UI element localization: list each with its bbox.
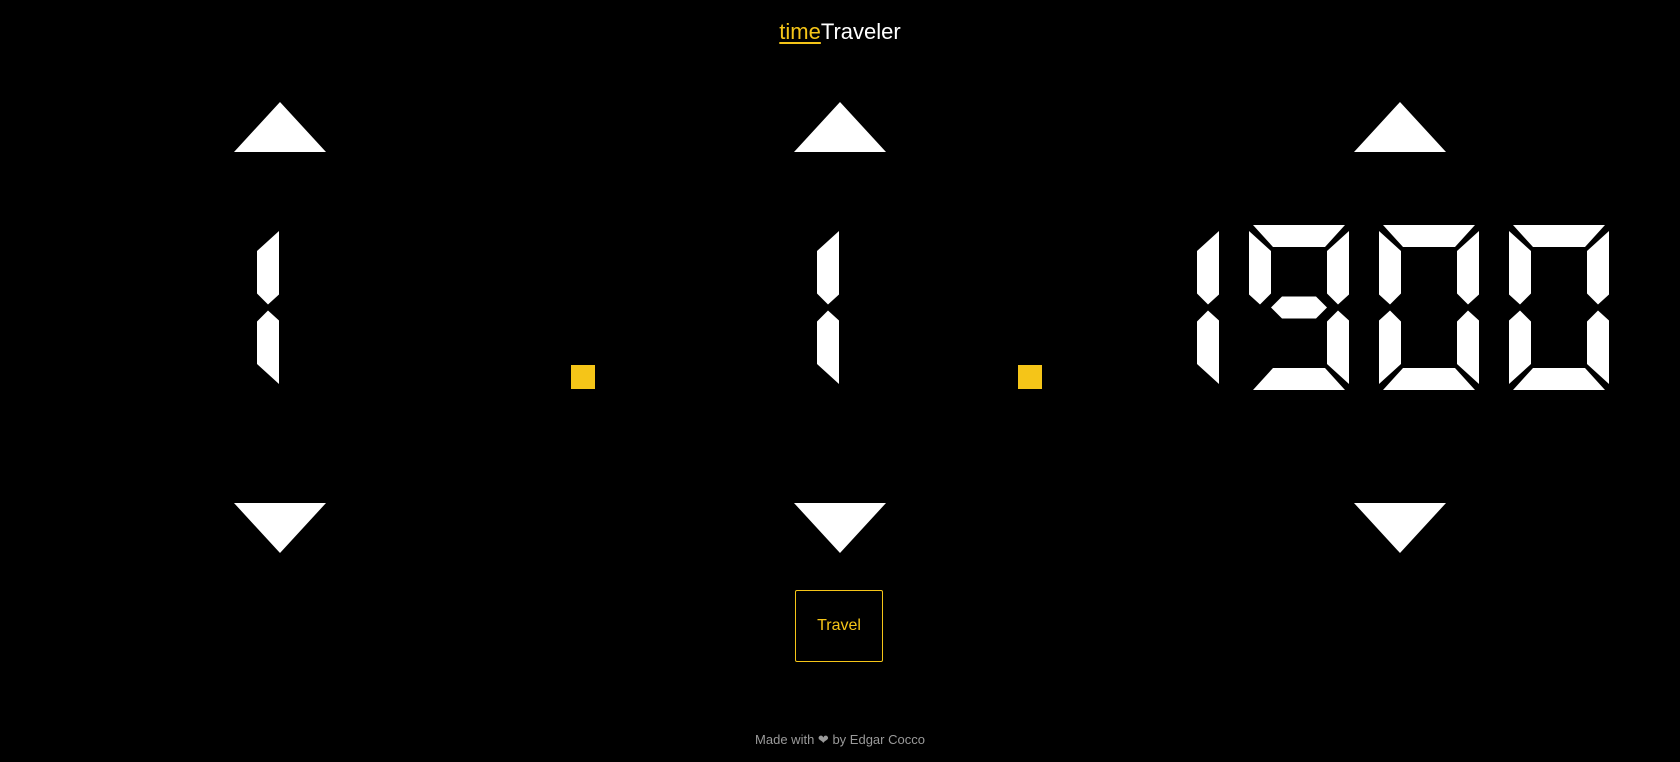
digit-segment-c	[1197, 310, 1219, 384]
digit-segment-e	[1509, 310, 1531, 384]
digit-segment-a	[1513, 225, 1605, 247]
month-display	[805, 225, 875, 390]
footer-credit: Made with ❤ by Edgar Cocco	[0, 732, 1680, 748]
digit-segment-f	[1249, 231, 1271, 305]
digit-segment-e	[1379, 310, 1401, 384]
digit-segment-b	[257, 231, 279, 305]
triangle-up-icon	[234, 102, 326, 152]
digit-segment-b	[1587, 231, 1609, 305]
time-traveler-page: timeTraveler Travel Made with ❤ by Edgar…	[0, 0, 1680, 762]
digit-segment-g	[1271, 296, 1327, 319]
digit-segment-d	[1513, 368, 1605, 390]
month-up-button[interactable]	[794, 102, 886, 152]
day-up-button[interactable]	[234, 102, 326, 152]
triangle-up-icon	[794, 102, 886, 152]
app-title: timeTraveler	[0, 18, 1680, 46]
separator-dot	[1018, 365, 1042, 389]
digit-segment-d	[1383, 368, 1475, 390]
digit-segment-c	[817, 310, 839, 384]
footer-prefix: Made with	[755, 732, 815, 747]
digit-segment-b	[1457, 231, 1479, 305]
app-title-accent: time	[779, 19, 821, 44]
triangle-up-icon	[1354, 102, 1446, 152]
day-down-button[interactable]	[234, 503, 326, 553]
day-display	[245, 225, 315, 390]
digit-segment-b	[817, 231, 839, 305]
digit-segment-b	[1197, 231, 1219, 305]
day-value	[257, 231, 279, 384]
app-title-rest: Traveler	[820, 19, 901, 44]
year-down-button[interactable]	[1354, 503, 1446, 553]
separator-dot	[571, 365, 595, 389]
digit-segment-b	[1327, 231, 1349, 305]
digit-segment-f	[1509, 231, 1531, 305]
travel-button[interactable]: Travel	[795, 590, 883, 662]
digit-segment-f	[1379, 231, 1401, 305]
month-down-button[interactable]	[794, 503, 886, 553]
triangle-down-icon	[794, 503, 886, 553]
digit-segment-c	[1587, 310, 1609, 384]
month-value	[817, 231, 839, 384]
digit-segment-d	[1253, 368, 1345, 390]
triangle-down-icon	[1354, 503, 1446, 553]
triangle-down-icon	[234, 503, 326, 553]
year-display	[1185, 225, 1619, 390]
digit-segment-c	[1457, 310, 1479, 384]
footer-suffix: by Edgar Cocco	[832, 732, 925, 747]
year-value	[1197, 225, 1609, 390]
heart-icon: ❤	[817, 732, 829, 747]
digit-segment-a	[1383, 225, 1475, 247]
digit-segment-c	[1327, 310, 1349, 384]
digit-segment-a	[1253, 225, 1345, 247]
year-up-button[interactable]	[1354, 102, 1446, 152]
digit-segment-c	[257, 310, 279, 384]
